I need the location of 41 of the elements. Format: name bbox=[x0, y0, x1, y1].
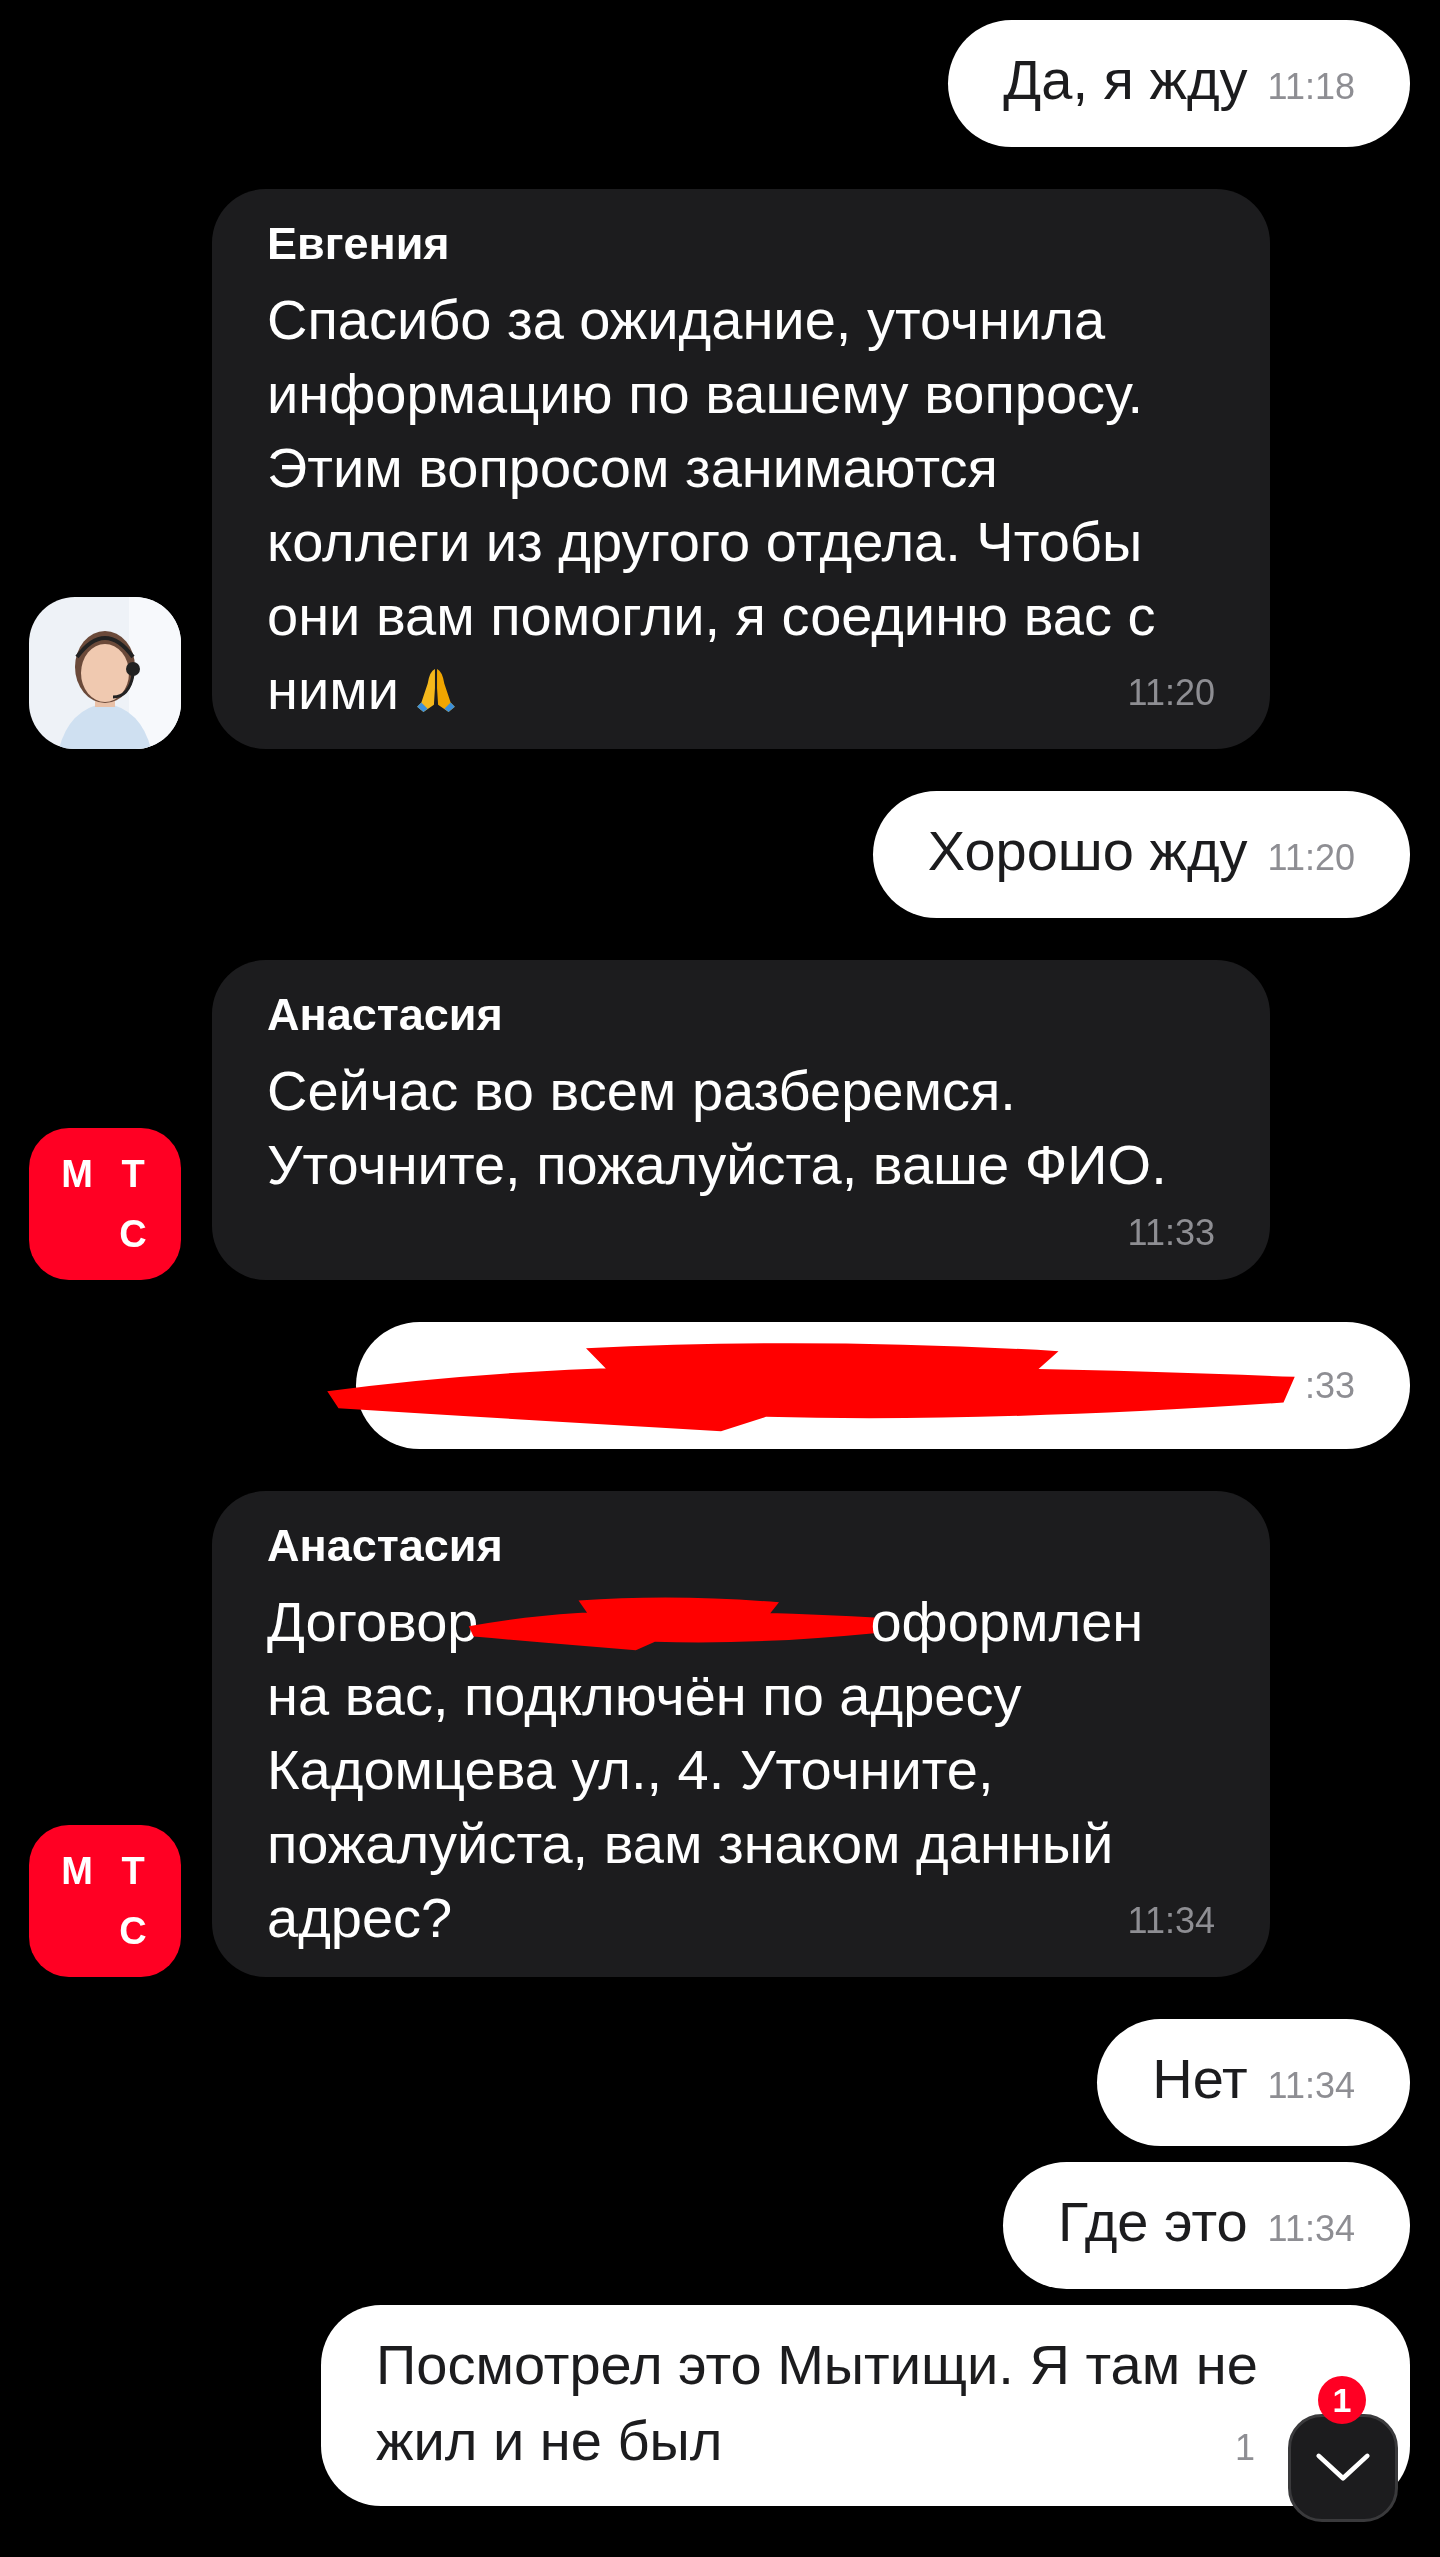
message-text: на вас, подключён по адресу bbox=[267, 1663, 1022, 1729]
message-text: Нет bbox=[1152, 2046, 1248, 2112]
message-text: Спасибо за ожидание, уточнила bbox=[267, 287, 1106, 353]
message-time: 11:34 bbox=[1127, 1899, 1215, 1943]
message-text: Да, я жду bbox=[1003, 47, 1248, 113]
message-time: 11:20 bbox=[1127, 671, 1215, 715]
logo-letter: М bbox=[60, 1151, 94, 1197]
message-time: 11:34 bbox=[1267, 2064, 1355, 2108]
message-text: ними bbox=[267, 657, 399, 723]
message-text: жил и не был bbox=[376, 2408, 723, 2474]
logo-letter: С bbox=[118, 1908, 148, 1954]
message-text: коллеги из другого отдела. Чтобы bbox=[267, 509, 1143, 575]
chevron-down-icon bbox=[1315, 2452, 1371, 2484]
sender-name: Анастасия bbox=[267, 990, 504, 1040]
message-time: 11:33 bbox=[1127, 1211, 1215, 1255]
sender-name: Евгения bbox=[267, 219, 451, 269]
message-text: Где это bbox=[1058, 2189, 1248, 2255]
message-text: Договор bbox=[267, 1589, 479, 1655]
message-time: :33 bbox=[1304, 1363, 1355, 1408]
praying-hands-icon bbox=[415, 667, 457, 713]
sender-name: Анастасия bbox=[267, 1521, 504, 1571]
message-text: пожалуйста, вам знаком данный bbox=[267, 1811, 1114, 1877]
logo-letter: М bbox=[60, 1848, 94, 1894]
message-text: Посмотрел это Мытищи. Я там не bbox=[376, 2332, 1258, 2398]
logo-letter: Т bbox=[120, 1151, 146, 1197]
message-time: 11:18 bbox=[1267, 65, 1355, 109]
message-text: Уточните, пожалуйста, ваше ФИО. bbox=[267, 1132, 1167, 1198]
message-time: 1 bbox=[1234, 2426, 1255, 2470]
message-text: адрес? bbox=[267, 1885, 453, 1951]
message-text: Хорошо жду bbox=[927, 818, 1248, 884]
message-text: Кадомцева ул., 4. Уточните, bbox=[267, 1737, 994, 1803]
message-text: оформлен bbox=[870, 1589, 1144, 1655]
logo-letter: С bbox=[118, 1211, 148, 1257]
message-text: информацию по вашему вопросу. bbox=[267, 361, 1143, 427]
message-text: Сейчас во всем разберемся. bbox=[267, 1058, 1016, 1124]
message-text: они вам помогли, я соединю вас с bbox=[267, 583, 1156, 649]
message-text: Этим вопросом занимаются bbox=[267, 435, 998, 501]
logo-letter: Т bbox=[120, 1848, 146, 1894]
scroll-down-button[interactable] bbox=[1288, 2414, 1398, 2522]
message-time: 11:34 bbox=[1267, 2207, 1355, 2251]
message-time: 11:20 bbox=[1267, 836, 1355, 880]
